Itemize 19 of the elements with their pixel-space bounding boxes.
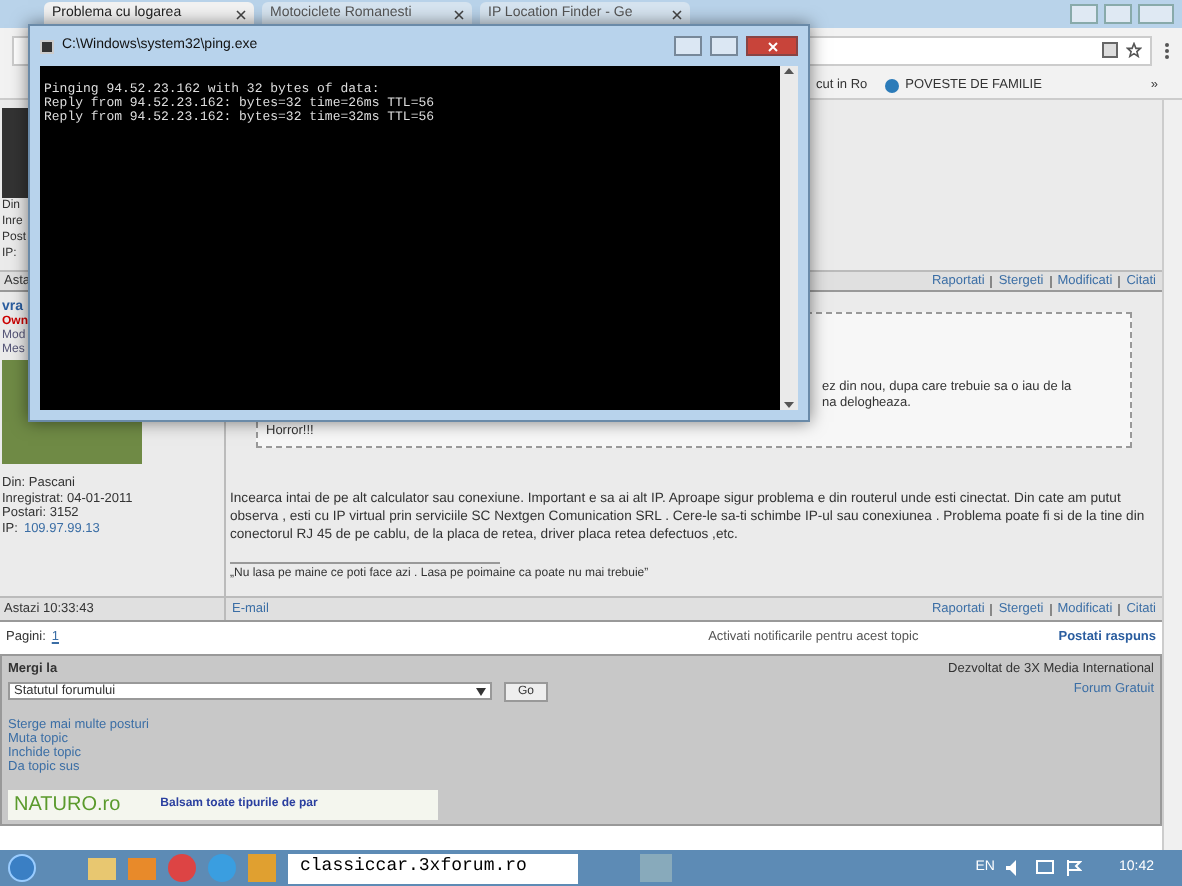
scrollbar[interactable] [780, 66, 798, 410]
flag-icon[interactable] [1066, 860, 1083, 876]
minimize-button[interactable] [674, 36, 702, 56]
maximize-button[interactable] [1104, 4, 1132, 24]
maximize-button[interactable] [710, 36, 738, 56]
start-button[interactable] [8, 854, 36, 882]
scroll-down-icon [784, 402, 794, 408]
scrollbar[interactable] [1162, 100, 1182, 850]
window-preview-label: classiccar.3xforum.ro [288, 853, 578, 883]
close-icon [767, 41, 777, 51]
star-icon[interactable] [1126, 42, 1142, 58]
close-icon[interactable] [672, 10, 682, 20]
close-icon[interactable] [454, 10, 464, 20]
close-icon[interactable] [236, 10, 246, 20]
minimize-button[interactable] [1070, 4, 1098, 24]
banner-logo: NATURO.ro [14, 791, 121, 820]
menu-icon[interactable] [1164, 41, 1170, 59]
dropdown-arrow-icon [475, 687, 486, 696]
close-button[interactable] [746, 36, 798, 56]
